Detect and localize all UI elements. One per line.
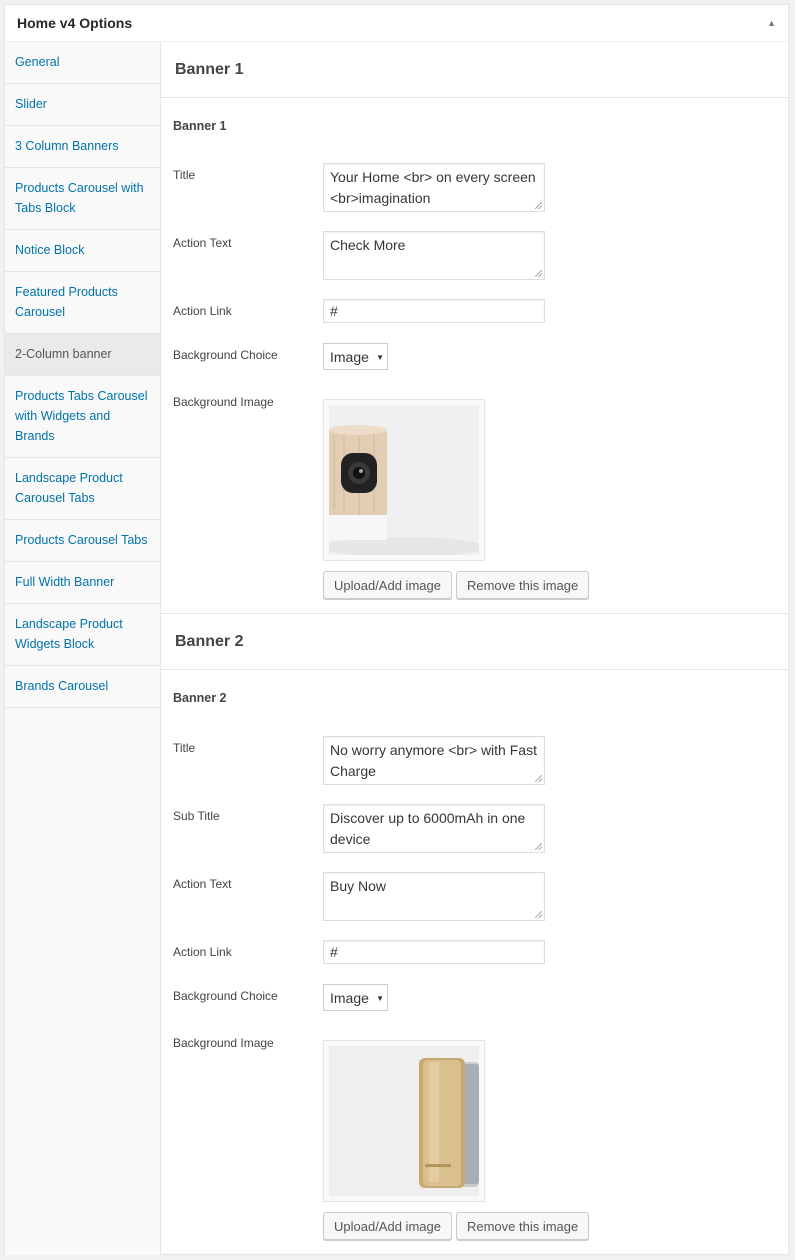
panel-header[interactable]: Home v4 Options ▲ [5, 5, 788, 42]
resize-grip-icon[interactable] [535, 202, 542, 209]
sidebar-item-general[interactable]: General [5, 42, 160, 84]
selected-option: Image [330, 989, 369, 1006]
banner1-image-preview [323, 399, 485, 561]
selected-option: Image [330, 348, 369, 365]
sidebar-item-landscape-product-widgets-block[interactable]: Landscape Product Widgets Block [5, 604, 160, 666]
sub-title-label: Sub Title [173, 809, 220, 823]
banner1-title-textarea[interactable]: Your Home <br> on every screen <br>imagi… [323, 163, 545, 212]
power-bank-product-image [329, 1046, 479, 1196]
banner2-background-choice-select[interactable]: Image ▼ [323, 984, 388, 1011]
background-choice-label: Background Choice [173, 989, 278, 1003]
banner1-action-link-input[interactable]: # [323, 299, 545, 323]
banner2-action-link-input[interactable]: # [323, 940, 545, 964]
banner2-remove-image-button[interactable]: Remove this image [455, 1212, 590, 1240]
background-image-label: Background Image [173, 1036, 274, 1050]
group-title-banner-2: Banner 2 [173, 691, 227, 705]
banner2-upload-image-button[interactable]: Upload/Add image [323, 1212, 452, 1240]
banner1-upload-image-button[interactable]: Upload/Add image [323, 571, 452, 599]
background-image-label: Background Image [173, 395, 274, 409]
sidebar-item-products-carousel-tabs-block[interactable]: Products Carousel with Tabs Block [5, 168, 160, 230]
collapse-arrow-icon[interactable]: ▲ [767, 18, 776, 28]
dropdown-arrow-icon: ▼ [376, 994, 384, 1003]
sidebar-item-products-carousel-tabs[interactable]: Products Carousel Tabs [5, 520, 160, 562]
resize-grip-icon[interactable] [535, 843, 542, 850]
banner1-background-choice-select[interactable]: Image ▼ [323, 343, 388, 370]
banner1-action-text-textarea[interactable]: Check More [323, 231, 545, 280]
sidebar-item-landscape-product-carousel-tabs[interactable]: Landscape Product Carousel Tabs [5, 458, 160, 520]
camera-product-image [329, 405, 479, 555]
panel-title: Home v4 Options [17, 15, 133, 31]
sidebar-item-brands-carousel[interactable]: Brands Carousel [5, 666, 160, 708]
sidebar: General Slider 3 Column Banners Products… [5, 42, 161, 1255]
banner2-action-text-value: Buy Now [330, 878, 387, 894]
sidebar-item-2-column-banner[interactable]: 2-Column banner [5, 334, 160, 376]
sidebar-item-slider[interactable]: Slider [5, 84, 160, 126]
group-title-banner-1: Banner 1 [173, 119, 227, 133]
sidebar-item-featured-products-carousel[interactable]: Featured Products Carousel [5, 272, 160, 334]
resize-grip-icon[interactable] [535, 270, 542, 277]
options-panel: Home v4 Options ▲ General Slider 3 Colum… [4, 4, 789, 1255]
background-choice-label: Background Choice [173, 348, 278, 362]
banner1-action-text-value: Check More [330, 237, 406, 253]
dropdown-arrow-icon: ▼ [376, 353, 384, 362]
banner2-image-preview [323, 1040, 485, 1202]
main-content: Banner 1 Banner 1 Title Your Home <br> o… [161, 42, 788, 1255]
title-label: Title [173, 741, 196, 755]
banner2-action-text-textarea[interactable]: Buy Now [323, 872, 545, 921]
action-link-label: Action Link [173, 304, 232, 318]
action-text-label: Action Text [173, 236, 232, 250]
banner1-remove-image-button[interactable]: Remove this image [455, 571, 590, 599]
banner2-title-textarea[interactable]: No worry anymore <br> with Fast Charge [323, 736, 545, 785]
action-link-label: Action Link [173, 945, 232, 959]
section-title-banner-1: Banner 1 [161, 42, 788, 98]
banner2-title-value: No worry anymore <br> with Fast Charge [330, 742, 537, 779]
banner2-subtitle-value: Discover up to 6000mAh in one device [330, 810, 526, 847]
banner2-subtitle-textarea[interactable]: Discover up to 6000mAh in one device [323, 804, 545, 853]
sidebar-item-products-tabs-carousel[interactable]: Products Tabs Carousel with Widgets and … [5, 376, 160, 458]
resize-grip-icon[interactable] [535, 911, 542, 918]
resize-grip-icon[interactable] [535, 775, 542, 782]
section-title-banner-2: Banner 2 [161, 614, 788, 670]
action-text-label: Action Text [173, 877, 232, 891]
sidebar-item-notice-block[interactable]: Notice Block [5, 230, 160, 272]
title-label: Title [173, 168, 196, 182]
sidebar-item-full-width-banner[interactable]: Full Width Banner [5, 562, 160, 604]
sidebar-item-3-column-banners[interactable]: 3 Column Banners [5, 126, 160, 168]
banner1-title-value: Your Home <br> on every screen <br>imagi… [330, 169, 536, 206]
